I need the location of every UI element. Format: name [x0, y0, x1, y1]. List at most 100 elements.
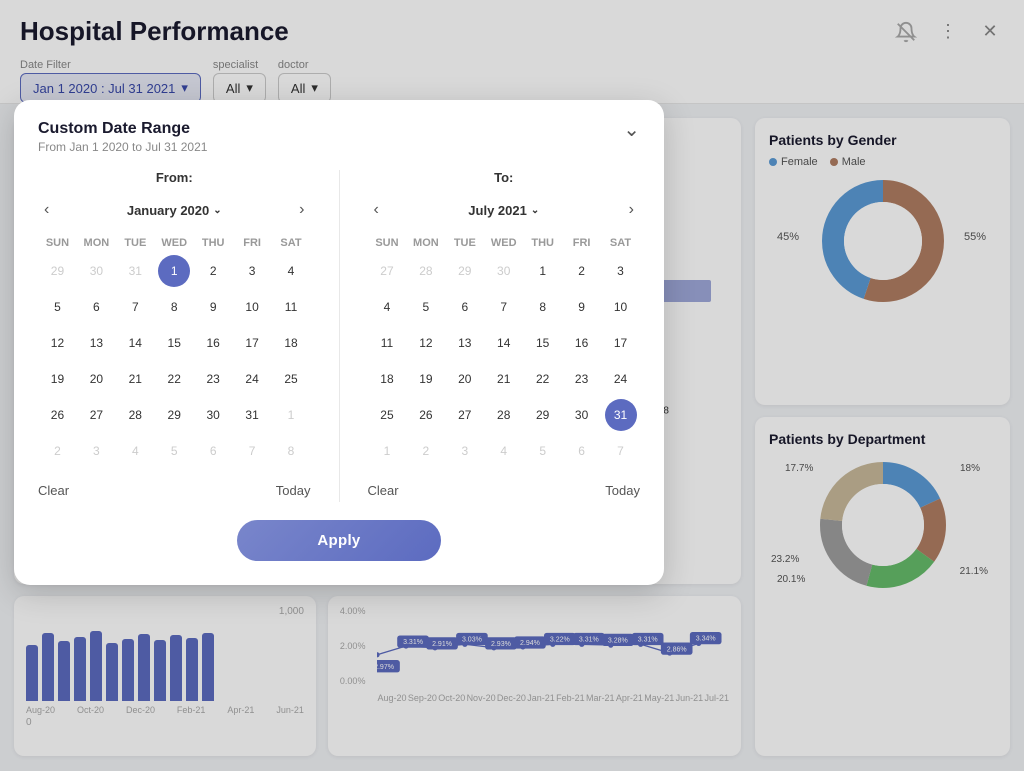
from-month-label[interactable]: January 2020 ⌄ — [127, 203, 222, 218]
to-day[interactable]: 20 — [449, 363, 481, 395]
from-day[interactable]: 5 — [41, 291, 73, 323]
from-day[interactable]: 26 — [41, 399, 73, 431]
to-day[interactable]: 6 — [449, 291, 481, 323]
from-day[interactable]: 4 — [119, 435, 151, 467]
apply-button[interactable]: Apply — [237, 520, 440, 561]
to-clear-button[interactable]: Clear — [368, 479, 399, 502]
to-day[interactable]: 2 — [410, 435, 442, 467]
to-day[interactable]: 7 — [605, 435, 637, 467]
from-day[interactable]: 7 — [119, 291, 151, 323]
from-day[interactable]: 28 — [119, 399, 151, 431]
from-month-chevron: ⌄ — [213, 205, 221, 216]
from-day[interactable]: 21 — [119, 363, 151, 395]
from-day[interactable]: 11 — [275, 291, 307, 323]
from-day[interactable]: 8 — [158, 291, 190, 323]
from-cal-nav: ‹ January 2020 ⌄ › — [38, 199, 311, 221]
to-day[interactable]: 25 — [371, 399, 403, 431]
from-day[interactable]: 15 — [158, 327, 190, 359]
to-day[interactable]: 10 — [605, 291, 637, 323]
from-today-button[interactable]: Today — [276, 479, 311, 502]
to-day[interactable]: 24 — [605, 363, 637, 395]
from-day[interactable]: 5 — [158, 435, 190, 467]
to-day-selected[interactable]: 31 — [605, 399, 637, 431]
to-day[interactable]: 18 — [371, 363, 403, 395]
to-day[interactable]: 30 — [488, 255, 520, 287]
to-day[interactable]: 27 — [371, 255, 403, 287]
from-day[interactable]: 22 — [158, 363, 190, 395]
from-day[interactable]: 23 — [197, 363, 229, 395]
to-day[interactable]: 28 — [410, 255, 442, 287]
calendar-divider — [339, 170, 340, 502]
to-day[interactable]: 15 — [527, 327, 559, 359]
to-day[interactable]: 2 — [566, 255, 598, 287]
to-day[interactable]: 19 — [410, 363, 442, 395]
to-day[interactable]: 11 — [371, 327, 403, 359]
to-day[interactable]: 6 — [566, 435, 598, 467]
to-day[interactable]: 3 — [605, 255, 637, 287]
from-clear-button[interactable]: Clear — [38, 479, 69, 502]
from-day[interactable]: 30 — [80, 255, 112, 287]
from-day[interactable]: 6 — [197, 435, 229, 467]
to-day[interactable]: 5 — [527, 435, 559, 467]
to-next-arrow[interactable]: › — [623, 199, 640, 221]
to-day[interactable]: 5 — [410, 291, 442, 323]
from-day[interactable]: 31 — [119, 255, 151, 287]
to-day[interactable]: 26 — [410, 399, 442, 431]
to-day[interactable]: 1 — [371, 435, 403, 467]
to-day[interactable]: 17 — [605, 327, 637, 359]
from-day[interactable]: 16 — [197, 327, 229, 359]
to-day[interactable]: 7 — [488, 291, 520, 323]
from-day[interactable]: 4 — [275, 255, 307, 287]
to-day[interactable]: 13 — [449, 327, 481, 359]
from-day[interactable]: 8 — [275, 435, 307, 467]
from-day[interactable]: 20 — [80, 363, 112, 395]
to-day[interactable]: 3 — [449, 435, 481, 467]
to-day[interactable]: 29 — [449, 255, 481, 287]
from-day[interactable]: 31 — [236, 399, 268, 431]
to-day[interactable]: 1 — [527, 255, 559, 287]
from-day[interactable]: 2 — [197, 255, 229, 287]
from-day[interactable]: 3 — [236, 255, 268, 287]
from-day[interactable]: 18 — [275, 327, 307, 359]
to-day[interactable]: 27 — [449, 399, 481, 431]
from-day-selected[interactable]: 1 — [158, 255, 190, 287]
to-day[interactable]: 9 — [566, 291, 598, 323]
from-day[interactable]: 24 — [236, 363, 268, 395]
to-day[interactable]: 21 — [488, 363, 520, 395]
to-today-button[interactable]: Today — [605, 479, 640, 502]
from-day[interactable]: 17 — [236, 327, 268, 359]
to-day[interactable]: 16 — [566, 327, 598, 359]
to-prev-arrow[interactable]: ‹ — [368, 199, 385, 221]
from-day[interactable]: 13 — [80, 327, 112, 359]
to-day[interactable]: 23 — [566, 363, 598, 395]
from-day[interactable]: 9 — [197, 291, 229, 323]
from-day[interactable]: 12 — [41, 327, 73, 359]
collapse-icon[interactable]: ⌄ — [623, 120, 640, 140]
from-day[interactable]: 6 — [80, 291, 112, 323]
to-day[interactable]: 28 — [488, 399, 520, 431]
to-day[interactable]: 29 — [527, 399, 559, 431]
to-day[interactable]: 4 — [371, 291, 403, 323]
to-day[interactable]: 22 — [527, 363, 559, 395]
from-day[interactable]: 30 — [197, 399, 229, 431]
from-day[interactable]: 29 — [158, 399, 190, 431]
to-day[interactable]: 12 — [410, 327, 442, 359]
from-day[interactable]: 19 — [41, 363, 73, 395]
from-prev-arrow[interactable]: ‹ — [38, 199, 55, 221]
from-day[interactable]: 1 — [275, 399, 307, 431]
to-day[interactable]: 14 — [488, 327, 520, 359]
from-day[interactable]: 27 — [80, 399, 112, 431]
from-day[interactable]: 10 — [236, 291, 268, 323]
from-day[interactable]: 25 — [275, 363, 307, 395]
to-calendar: To: ‹ July 2021 ⌄ › SUN MON TUE WED — [368, 170, 641, 502]
to-day[interactable]: 4 — [488, 435, 520, 467]
to-day[interactable]: 30 — [566, 399, 598, 431]
from-next-arrow[interactable]: › — [293, 199, 310, 221]
from-day[interactable]: 2 — [41, 435, 73, 467]
from-day[interactable]: 14 — [119, 327, 151, 359]
to-day[interactable]: 8 — [527, 291, 559, 323]
from-day[interactable]: 3 — [80, 435, 112, 467]
to-month-label[interactable]: July 2021 ⌄ — [468, 203, 539, 218]
from-day[interactable]: 29 — [41, 255, 73, 287]
from-day[interactable]: 7 — [236, 435, 268, 467]
